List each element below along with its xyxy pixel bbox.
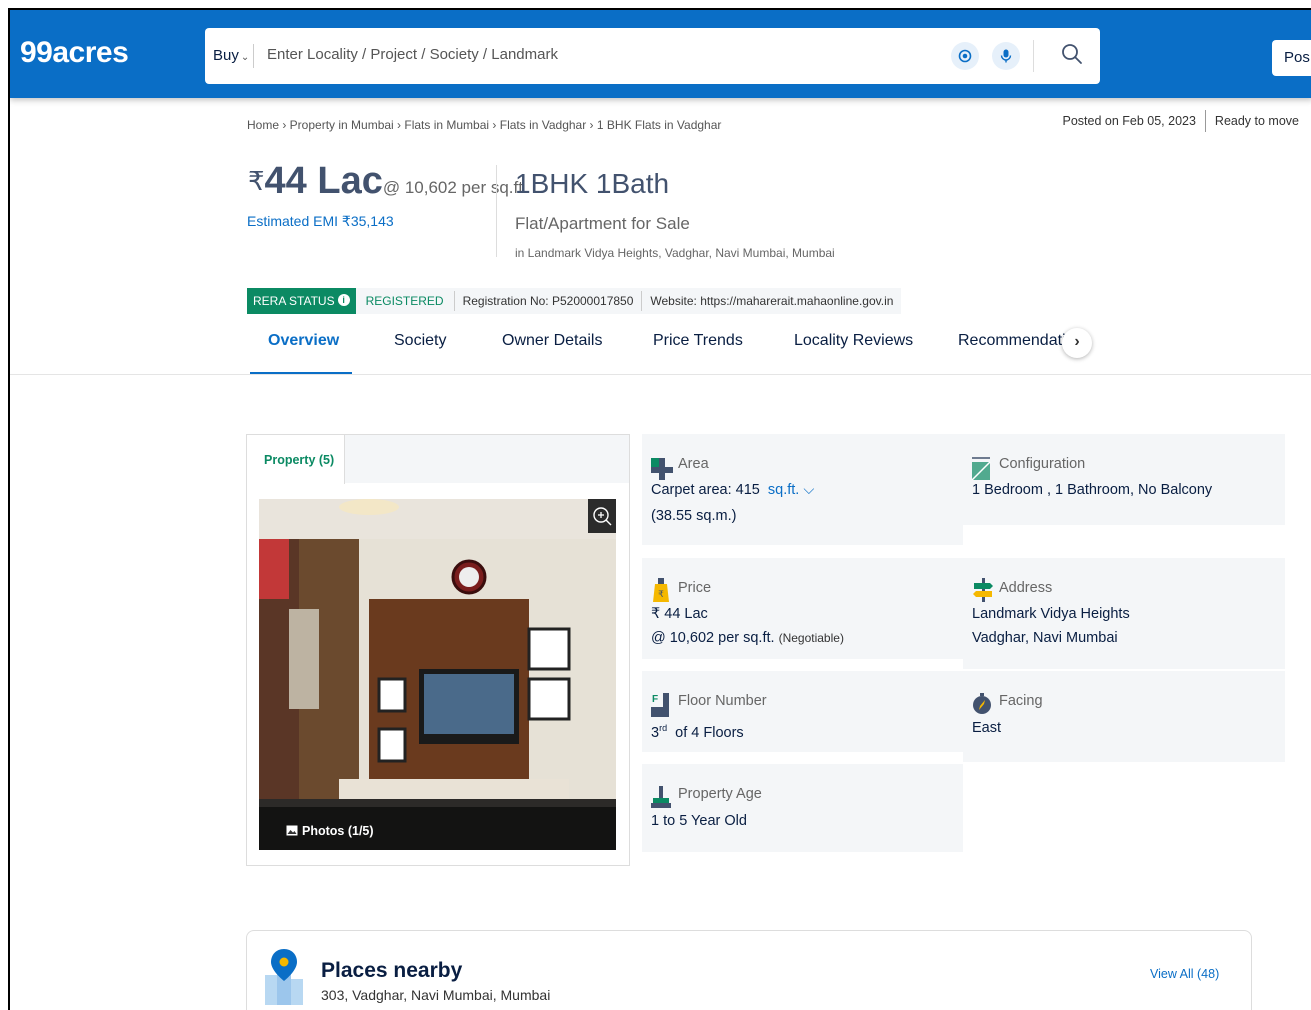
buy-dropdown-label: Buy (213, 47, 239, 64)
detail-property-age-value: 1 to 5 Year Old (651, 813, 747, 829)
post-property-button[interactable]: Pos (1272, 40, 1311, 76)
gallery-tab-property[interactable]: Property (5) (247, 435, 345, 484)
detail-property-age: Property Age 1 to 5 Year Old (642, 764, 963, 852)
area-unit-dropdown[interactable]: sq.ft. (768, 482, 799, 498)
places-nearby-address: 303, Vadghar, Navi Mumbai, Mumbai (321, 987, 551, 1003)
search-bar: Buy ⌄ Enter Locality / Project / Society … (205, 28, 1100, 84)
search-divider (253, 44, 254, 68)
view-all-places-link[interactable]: View All (48) (1150, 967, 1219, 981)
price-per-sqft-value: @ 10,602 per sq.ft. (651, 630, 775, 646)
detail-price-label: Price (678, 580, 712, 596)
detail-facing-label: Facing (999, 693, 1043, 709)
posted-info: Posted on Feb 05, 2023 Ready to move (1062, 110, 1299, 132)
detail-address-line2: Vadghar, Navi Mumbai (972, 630, 1118, 646)
listing-price: ₹44 Lac@ 10,602 per sq.ft. (248, 160, 528, 203)
negotiable-tag: (Negotiable) (778, 631, 844, 645)
price-tag-icon: ₹ (653, 578, 669, 602)
detail-price-value: ₹ 44 Lac (651, 606, 708, 622)
detail-area-value: Carpet area: 415 sq.ft. ⌵ (651, 478, 814, 502)
detail-address-line1: Landmark Vidya Heights (972, 606, 1130, 622)
rera-website[interactable]: Website: https://maharerait.mahaonline.g… (641, 291, 901, 311)
photos-count-bar[interactable]: Photos (1/5) (259, 807, 616, 850)
configuration-icon (972, 457, 991, 480)
price-per-sqft: @ 10,602 per sq.ft. (382, 178, 528, 197)
image-icon (286, 825, 298, 836)
rera-registration-no: Registration No: P52000017850 (453, 291, 642, 311)
detail-floor-value: 3rd of 4 Floors (651, 716, 744, 745)
detail-floor-label: Floor Number (678, 693, 767, 709)
compass-icon (973, 693, 991, 714)
posted-divider (1204, 110, 1206, 132)
photo-gallery: Property (5) Photos (1/5) (246, 434, 630, 866)
rupee-symbol: ₹ (248, 166, 265, 196)
tabs-divider (10, 374, 1311, 375)
chevron-right-icon[interactable]: › (1062, 328, 1092, 358)
detail-area-label: Area (678, 456, 709, 472)
tab-society[interactable]: Society (394, 332, 446, 350)
possession-status: Ready to move (1214, 114, 1299, 128)
top-navbar: 99acres Buy ⌄ Enter Locality / Project / … (10, 10, 1311, 98)
property-age-icon (651, 786, 671, 808)
listing-configuration: 1BHK 1Bath (515, 168, 670, 199)
svg-text:F: F (652, 694, 658, 705)
zoom-in-icon[interactable] (588, 499, 616, 533)
price-amount: 44 Lac (264, 160, 383, 202)
site-logo[interactable]: 99acres (20, 36, 129, 70)
places-nearby-card: Places nearby 303, Vadghar, Navi Mumbai,… (246, 930, 1252, 1010)
buy-dropdown[interactable]: Buy ⌄ (213, 47, 249, 64)
listing-location: in Landmark Vidya Heights, Vadghar, Navi… (515, 246, 835, 260)
detail-configuration: Configuration 1 Bedroom , 1 Bathroom, No… (963, 434, 1285, 525)
search-icon[interactable] (1060, 42, 1084, 71)
svg-text:₹: ₹ (658, 589, 664, 599)
breadcrumb[interactable]: Home › Property in Mumbai › Flats in Mum… (247, 118, 721, 132)
rera-registered: REGISTERED (365, 294, 444, 308)
detail-property-age-label: Property Age (678, 786, 762, 802)
signpost-icon (973, 578, 993, 602)
detail-area-sqm: (38.55 sq.m.) (651, 508, 737, 524)
listing-type: Flat/Apartment for Sale (515, 214, 690, 233)
floor-total: of 4 Floors (675, 724, 744, 741)
search-divider-2 (1033, 40, 1034, 72)
detail-configuration-value: 1 Bedroom , 1 Bathroom, No Balcony (972, 482, 1213, 498)
locate-me-icon[interactable] (951, 42, 979, 70)
posted-date: Posted on Feb 05, 2023 (1062, 114, 1196, 128)
detail-floor: F Floor Number 3rd of 4 Floors (642, 671, 963, 752)
location-pin-icon (265, 949, 303, 1005)
price-divider (496, 165, 497, 257)
property-photo[interactable]: Photos (1/5) (259, 499, 616, 850)
detail-configuration-label: Configuration (999, 456, 1086, 472)
estimated-emi-link[interactable]: Estimated EMI ₹35,143 (247, 213, 394, 230)
microphone-icon[interactable] (992, 42, 1020, 70)
detail-area: Area Carpet area: 415 sq.ft. ⌵ (38.55 sq… (642, 434, 963, 545)
search-input[interactable]: Enter Locality / Project / Society / Lan… (267, 46, 558, 63)
rera-status-label: RERA STATUS (253, 294, 335, 308)
info-icon[interactable]: i (337, 294, 350, 306)
tab-owner-details[interactable]: Owner Details (502, 332, 602, 350)
chevron-down-icon[interactable]: ⌵ (799, 482, 814, 498)
floor-icon: F (651, 693, 669, 717)
rera-strip: RERA STATUS i REGISTERED Registration No:… (247, 288, 902, 314)
places-nearby-title: Places nearby (321, 959, 463, 982)
detail-facing: Facing East (963, 671, 1285, 762)
tab-recommendations[interactable]: Recommendati (958, 332, 1066, 350)
tab-overview[interactable]: Overview (268, 332, 339, 350)
detail-price-per-sqft: @ 10,602 per sq.ft. (Negotiable) (651, 626, 844, 650)
detail-facing-value: East (972, 720, 1002, 736)
tab-price-trends[interactable]: Price Trends (653, 332, 743, 350)
area-icon (651, 458, 673, 480)
photos-count: Photos (1/5) (302, 824, 374, 838)
carpet-area-value: Carpet area: 415 (651, 482, 760, 498)
floor-number: 3 (651, 724, 660, 741)
detail-price: ₹ Price ₹ 44 Lac @ 10,602 per sq.ft. (Ne… (642, 558, 963, 659)
tab-locality-reviews[interactable]: Locality Reviews (794, 332, 913, 350)
chevron-down-icon: ⌄ (240, 52, 250, 63)
page-frame: 99acres Buy ⌄ Enter Locality / Project / … (8, 8, 1311, 1010)
detail-address: Address Landmark Vidya Heights Vadghar, … (963, 558, 1285, 669)
detail-address-label: Address (999, 580, 1053, 596)
property-photo-image (259, 499, 616, 850)
floor-ordinal: rd (659, 723, 668, 733)
rera-status-badge: RERA STATUS i (247, 288, 356, 314)
